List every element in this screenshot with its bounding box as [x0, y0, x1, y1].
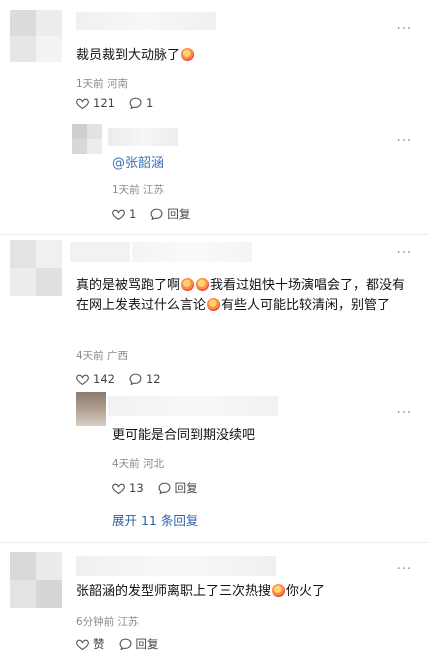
divider [0, 234, 428, 235]
heart-icon [112, 208, 125, 220]
more-options-icon[interactable]: ··· [397, 562, 412, 577]
comment-3: ··· 张韶涵的发型师离职上了三次热搜 你火了 6分钟前 江苏 赞 回复 [0, 548, 428, 668]
like-count: 13 [129, 481, 144, 495]
comment-1: ··· 裁员裁到大动脉了 1天前 河南 121 1 [0, 0, 428, 130]
heart-icon [76, 638, 89, 650]
comment-actions: 赞 回复 [76, 636, 159, 652]
username-blurred[interactable] [108, 128, 178, 146]
expand-replies-link[interactable]: 展开 11 条回复 [112, 510, 198, 529]
reply-label: 回复 [167, 207, 191, 221]
avatar[interactable] [10, 552, 62, 608]
reply-button[interactable]: 回复 [150, 206, 190, 222]
reply-button[interactable]: 回复 [158, 480, 198, 496]
reply-1: ··· @张韶涵 1天前 江苏 1 回复 [0, 118, 428, 230]
comment-2: ··· 真的是被骂跑了啊 我看过姐快十场演唱会了，都没有在网上发表过什么言论 有些人… [0, 236, 428, 392]
username-blurred[interactable] [70, 242, 130, 262]
like-button[interactable]: 1 [112, 207, 136, 221]
laugh-cry-emoji-icon [181, 278, 195, 291]
like-label: 赞 [93, 637, 105, 651]
more-options-icon[interactable]: ··· [397, 22, 412, 37]
comment-meta: 6分钟前 江苏 [76, 616, 139, 628]
comment-icon [150, 208, 163, 220]
comment-meta: 4天前 河北 [112, 458, 165, 470]
reply-count: 12 [145, 372, 161, 386]
heart-icon [76, 97, 89, 109]
more-options-icon[interactable]: ··· [397, 134, 412, 149]
comment-icon [129, 97, 142, 109]
avatar[interactable] [72, 124, 102, 154]
username-blurred[interactable] [108, 396, 278, 416]
like-count: 142 [93, 372, 115, 386]
reply-button[interactable]: 1 [129, 96, 153, 110]
comment-meta: 1天前 江苏 [112, 184, 165, 196]
comment-icon [129, 373, 142, 385]
heart-icon [76, 373, 89, 385]
reply-label: 回复 [135, 637, 159, 651]
divider [0, 542, 428, 543]
heart-icon [112, 482, 125, 494]
like-count: 1 [129, 207, 137, 221]
comment-text: 真的是被骂跑了啊 我看过姐快十场演唱会了，都没有在网上发表过什么言论 有些人可能比较… [76, 278, 406, 313]
comment-actions: 121 1 [76, 96, 153, 110]
comment-text: 张韶涵的发型师离职上了三次热搜 你火了 [76, 584, 326, 599]
reply-button[interactable]: 12 [129, 372, 161, 386]
comment-meta: 4天前 广西 [76, 350, 129, 362]
reply-button[interactable]: 回复 [119, 636, 159, 652]
laugh-cry-emoji-icon [207, 298, 221, 311]
username-blurred[interactable] [76, 556, 276, 576]
laugh-cry-emoji-icon [196, 278, 210, 291]
mention-link[interactable]: @张韶涵 [112, 156, 164, 171]
avatar[interactable] [76, 392, 106, 426]
reply-2: ··· 更可能是合同到期没续吧 4天前 河北 13 回复 [0, 390, 428, 502]
username-blurred[interactable] [76, 12, 216, 30]
comment-icon [119, 638, 132, 650]
comment-meta: 1天前 河南 [76, 78, 129, 90]
avatar[interactable] [10, 240, 62, 296]
reply-count: 1 [145, 96, 154, 110]
like-count: 121 [93, 96, 115, 110]
comment-actions: 13 回复 [112, 480, 198, 496]
reply-label: 回复 [174, 481, 198, 495]
like-button[interactable]: 121 [76, 96, 115, 110]
like-button[interactable]: 142 [76, 372, 115, 386]
comment-text: @张韶涵 [112, 154, 164, 174]
like-button[interactable]: 赞 [76, 636, 105, 652]
laugh-cry-emoji-icon [181, 48, 195, 61]
comment-actions: 142 12 [76, 372, 161, 386]
more-options-icon[interactable]: ··· [397, 246, 412, 261]
more-options-icon[interactable]: ··· [397, 406, 412, 421]
like-button[interactable]: 13 [112, 481, 144, 495]
comment-text: 裁员裁到大动脉了 [76, 46, 195, 66]
avatar[interactable] [10, 10, 62, 62]
username-blurred[interactable] [132, 242, 252, 262]
comment-actions: 1 回复 [112, 206, 190, 222]
comment-icon [158, 482, 171, 494]
laugh-cry-emoji-icon [272, 584, 286, 597]
comment-text: 更可能是合同到期没续吧 [112, 428, 256, 443]
